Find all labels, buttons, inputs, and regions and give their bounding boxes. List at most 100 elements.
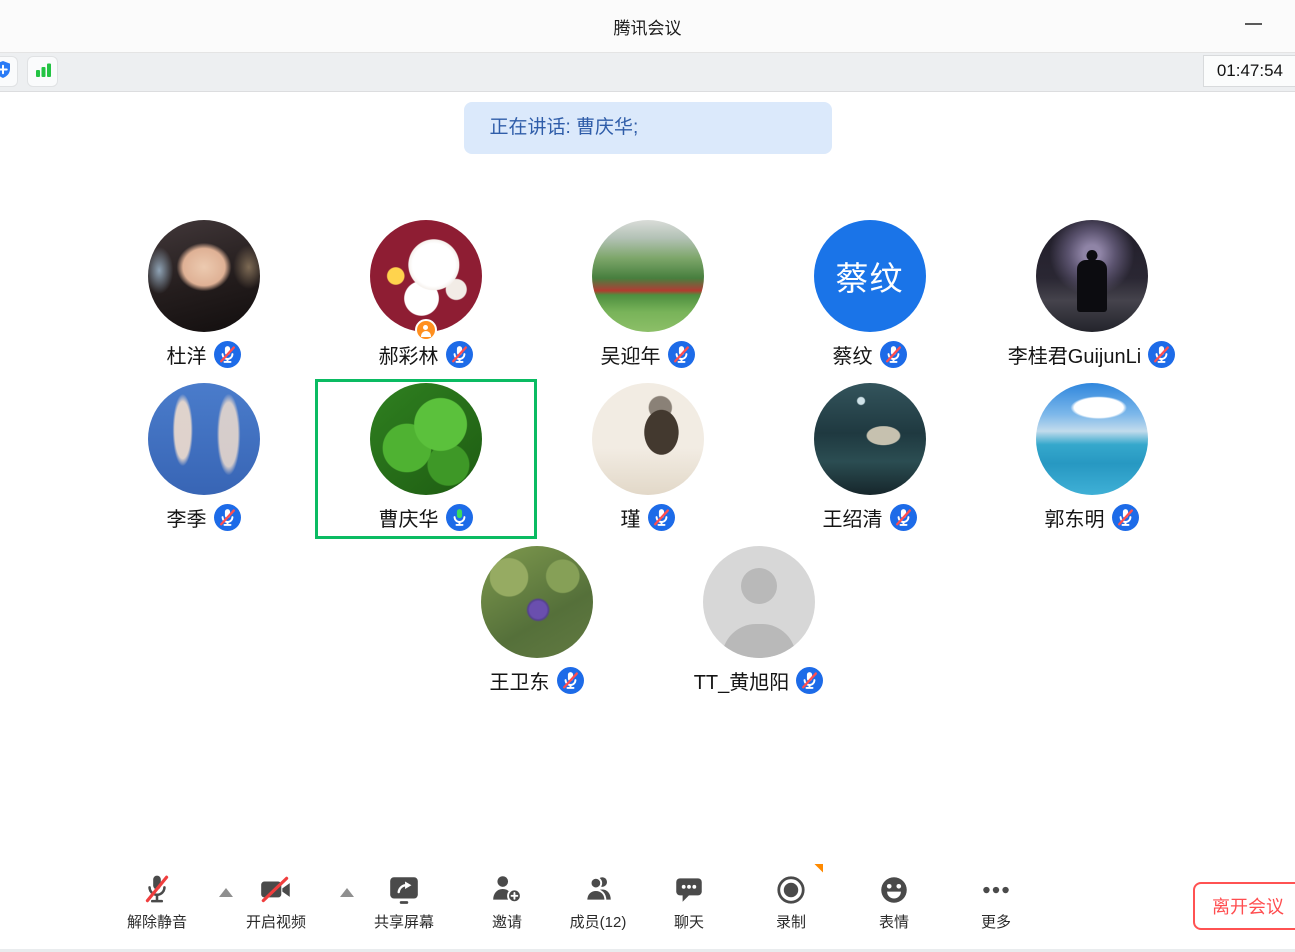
mic-muted-icon bbox=[557, 667, 584, 694]
mic-muted-icon bbox=[648, 504, 675, 531]
invite-person-plus-icon bbox=[491, 872, 523, 908]
mic-muted-icon bbox=[214, 341, 241, 368]
share-screen-icon bbox=[387, 872, 421, 908]
participant-tile[interactable]: TT_黄旭阳 bbox=[648, 542, 870, 702]
mic-muted-icon bbox=[668, 341, 695, 368]
participant-tile[interactable]: 杜洋 bbox=[93, 216, 315, 376]
new-badge: NEW bbox=[785, 864, 823, 902]
emoji-button[interactable]: 表情 bbox=[851, 872, 937, 932]
invite-button[interactable]: 邀请 bbox=[464, 872, 550, 932]
record-button[interactable]: NEW 录制 bbox=[748, 872, 834, 932]
audio-options-caret-icon[interactable] bbox=[219, 888, 233, 897]
participant-name: 瑾 bbox=[621, 503, 641, 532]
name-row: TT_黄旭阳 bbox=[694, 666, 824, 695]
participant-name: 李季 bbox=[167, 503, 207, 532]
name-row: 杜洋 bbox=[167, 340, 241, 369]
more-button[interactable]: 更多 bbox=[953, 872, 1039, 932]
record-circle-icon: NEW bbox=[775, 872, 807, 908]
mic-muted-icon bbox=[446, 341, 473, 368]
members-button[interactable]: 成员(12) bbox=[555, 872, 641, 932]
participant-name: 郭东明 bbox=[1045, 503, 1105, 532]
name-row: 李季 bbox=[167, 503, 241, 532]
name-row: 郭东明 bbox=[1045, 503, 1139, 532]
participant-name: 王卫东 bbox=[490, 666, 550, 695]
video-options-caret-icon[interactable] bbox=[340, 888, 354, 897]
avatar bbox=[592, 220, 704, 332]
network-quality-button[interactable] bbox=[27, 56, 58, 87]
participant-tile[interactable]: 郝彩林 bbox=[315, 216, 537, 376]
host-badge-icon bbox=[415, 319, 437, 341]
participant-tile[interactable]: 王绍清 bbox=[759, 379, 981, 539]
shield-icon bbox=[0, 60, 13, 83]
title-bar: 腾讯会议 bbox=[0, 0, 1295, 52]
chat-label: 聊天 bbox=[674, 911, 704, 932]
maximize-button[interactable] bbox=[1283, 0, 1295, 46]
chat-button[interactable]: 聊天 bbox=[646, 872, 732, 932]
smiley-icon bbox=[878, 872, 910, 908]
name-row: 王卫东 bbox=[490, 666, 584, 695]
participant-name: 杜洋 bbox=[167, 340, 207, 369]
participant-tile[interactable]: 王卫东 bbox=[426, 542, 648, 702]
name-row: 郝彩林 bbox=[379, 340, 473, 369]
meeting-security-button[interactable] bbox=[0, 56, 18, 87]
avatar: 蔡纹 bbox=[814, 220, 926, 332]
participant-tile[interactable]: 吴迎年 bbox=[537, 216, 759, 376]
participant-name: 曹庆华 bbox=[379, 503, 439, 532]
avatar bbox=[370, 383, 482, 495]
participant-tile[interactable]: 李桂君GuijunLi bbox=[981, 216, 1203, 376]
avatar bbox=[1036, 383, 1148, 495]
participant-name: 蔡纹 bbox=[833, 340, 873, 369]
participant-tile[interactable]: 瑾 bbox=[537, 379, 759, 539]
participant-row: 王卫东 TT_黄旭阳 bbox=[0, 542, 1295, 702]
avatar bbox=[148, 383, 260, 495]
invite-label: 邀请 bbox=[492, 911, 522, 932]
name-row: 王绍清 bbox=[823, 503, 917, 532]
name-row: 瑾 bbox=[621, 503, 675, 532]
more-label: 更多 bbox=[981, 911, 1011, 932]
mic-muted-icon bbox=[880, 341, 907, 368]
participant-tile[interactable]: 曹庆华 bbox=[315, 379, 537, 539]
share-screen-button[interactable]: 共享屏幕 bbox=[361, 872, 447, 932]
start-video-button[interactable]: 开启视频 bbox=[233, 872, 319, 932]
start-video-label: 开启视频 bbox=[246, 911, 306, 932]
signal-bars-icon bbox=[33, 60, 53, 83]
name-row: 吴迎年 bbox=[601, 340, 695, 369]
unmute-button[interactable]: 解除静音 bbox=[114, 872, 200, 932]
unmute-label: 解除静音 bbox=[127, 911, 187, 932]
participant-name: 郝彩林 bbox=[379, 340, 439, 369]
participant-tile[interactable]: 郭东明 bbox=[981, 379, 1203, 539]
ellipsis-icon bbox=[979, 872, 1013, 908]
info-strip: 01:47:54 bbox=[0, 52, 1295, 92]
avatar default-person-icon bbox=[703, 546, 815, 658]
mic-active-icon bbox=[446, 504, 473, 531]
mic-muted-icon bbox=[1148, 341, 1175, 368]
name-row: 曹庆华 bbox=[379, 503, 473, 532]
avatar bbox=[1036, 220, 1148, 332]
name-row: 李桂君GuijunLi bbox=[1008, 340, 1175, 369]
participant-name: TT_黄旭阳 bbox=[694, 666, 790, 695]
mic-muted-icon bbox=[890, 504, 917, 531]
participant-row: 杜洋 郝彩林 吴迎年 蔡纹 bbox=[0, 216, 1295, 376]
avatar bbox=[592, 383, 704, 495]
members-people-icon bbox=[582, 872, 614, 908]
participant-name: 王绍清 bbox=[823, 503, 883, 532]
minimize-button[interactable] bbox=[1231, 0, 1277, 46]
name-row: 蔡纹 bbox=[833, 340, 907, 369]
members-label: 成员(12) bbox=[570, 911, 627, 932]
participant-name: 吴迎年 bbox=[601, 340, 661, 369]
mic-slash-icon bbox=[141, 872, 173, 908]
participant-tile[interactable]: 李季 bbox=[93, 379, 315, 539]
bottom-toolbar: 解除静音 开启视频 共享屏幕 邀请 成员(12) bbox=[0, 864, 1295, 949]
avatar bbox=[814, 383, 926, 495]
participant-name: 李桂君GuijunLi bbox=[1008, 340, 1141, 369]
leave-meeting-button[interactable]: 离开会议 bbox=[1193, 882, 1295, 930]
emoji-label: 表情 bbox=[879, 911, 909, 932]
participant-grid: 杜洋 郝彩林 吴迎年 蔡纹 bbox=[0, 216, 1295, 702]
meeting-timer: 01:47:54 bbox=[1203, 55, 1295, 87]
meeting-window: 腾讯会议 01:47:54 正在讲话: 曹庆华; 杜洋 bbox=[0, 0, 1295, 952]
mic-muted-icon bbox=[214, 504, 241, 531]
avatar bbox=[148, 220, 260, 332]
avatar bbox=[481, 546, 593, 658]
participant-tile[interactable]: 蔡纹 蔡纹 bbox=[759, 216, 981, 376]
mic-muted-icon bbox=[1112, 504, 1139, 531]
